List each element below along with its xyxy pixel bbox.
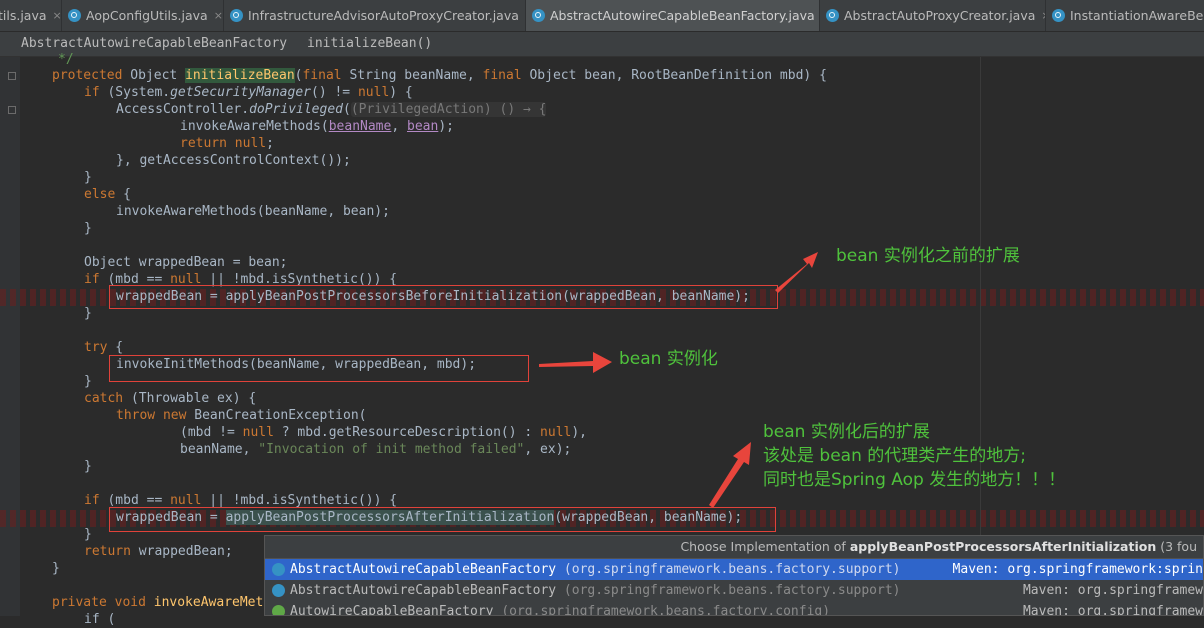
choose-implementation-popup[interactable]: Choose Implementation of applyBeanPostPr…: [264, 535, 1204, 616]
implementation-item[interactable]: AutowireCapableBeanFactory (org.springfr…: [265, 601, 1203, 616]
implementation-package: (org.springframework.beans.factory.suppo…: [556, 583, 901, 598]
interface-icon: [272, 605, 285, 615]
implementation-package: (org.springframework.beans.factory.suppo…: [556, 562, 901, 577]
annotation-aop-note: 同时也是Spring Aop 发生的地方！！！: [763, 470, 1066, 490]
annotation-arrows: [539, 252, 818, 508]
implementation-class: AutowireCapableBeanFactory: [290, 604, 494, 616]
implementation-library: Maven: org.springframew: [1022, 604, 1203, 616]
popup-title: Choose Implementation of applyBeanPostPr…: [265, 536, 1203, 559]
implementation-item[interactable]: AbstractAutowireCapableBeanFactory (org.…: [265, 580, 1203, 601]
implementation-library: Maven: org.springframework:sprin: [952, 562, 1203, 577]
annotation-after-init: bean 实例化后的扩展: [763, 422, 930, 442]
implementation-item[interactable]: AbstractAutowireCapableBeanFactory (org.…: [265, 559, 1203, 580]
arrow-icon: [775, 252, 818, 293]
implementation-class: AbstractAutowireCapableBeanFactory: [290, 583, 557, 598]
class-icon: [272, 563, 285, 576]
implementation-library: Maven: org.springframew: [1022, 583, 1203, 598]
class-icon: [272, 584, 285, 597]
annotation-proxy-note: 该处是 bean 的代理类产生的地方;: [763, 446, 1026, 466]
annotation-init: bean 实例化: [619, 349, 718, 369]
implementation-class: AbstractAutowireCapableBeanFactory: [290, 562, 557, 577]
arrow-icon: [709, 442, 751, 508]
arrow-icon: [539, 352, 612, 373]
annotation-before-init: bean 实例化之前的扩展: [836, 246, 1020, 266]
implementation-package: (org.springframework.beans.factory.confi…: [493, 604, 831, 616]
